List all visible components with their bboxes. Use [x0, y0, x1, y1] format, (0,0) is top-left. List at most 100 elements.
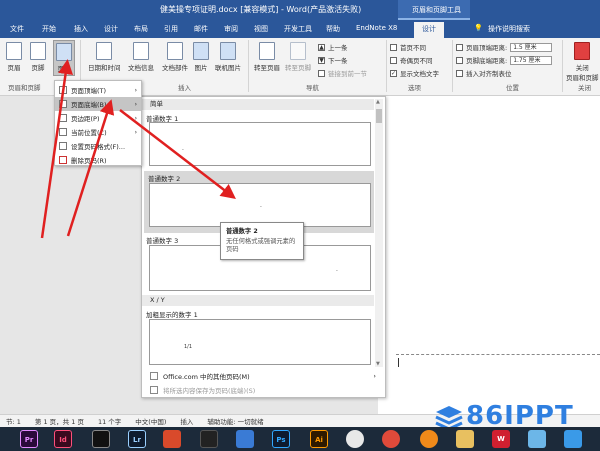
show-text-checkbox[interactable]: ✓ 显示文档文字: [390, 68, 439, 78]
goto-footer-button[interactable]: 转至页脚: [285, 42, 311, 72]
docinfo-button[interactable]: 文档信息: [128, 42, 154, 72]
diff-first-checkbox[interactable]: 首页不同: [390, 42, 426, 52]
diff-odd-even-checkbox[interactable]: 奇偶页不同: [390, 55, 433, 65]
scroll-thumb[interactable]: [376, 109, 382, 123]
scroll-down-icon[interactable]: ▼: [376, 361, 380, 367]
diff-first-label: 首页不同: [400, 44, 426, 52]
next-button[interactable]: ▼ 下一条: [318, 55, 348, 65]
save-selection-page-number[interactable]: 将所选内容保存为页码(底端)(S): [146, 383, 382, 396]
document-page[interactable]: [378, 96, 600, 414]
tab-file[interactable]: 文件: [10, 24, 24, 34]
header-button[interactable]: 页眉: [6, 42, 22, 72]
format-icon: [59, 142, 67, 150]
goto-footer-label: 转至页脚: [285, 64, 311, 72]
separator: [562, 40, 563, 92]
taskbar-lightroom-icon[interactable]: Lr: [128, 430, 146, 448]
chevron-right-icon: ›: [134, 114, 137, 122]
menu-item-top-of-page[interactable]: 页面顶端(T) ›: [55, 83, 141, 97]
insert-align-tab-button[interactable]: 插入对齐制表位: [456, 68, 512, 78]
close-header-footer-button[interactable]: 关闭 页眉和页脚: [566, 42, 599, 82]
link-icon: [318, 69, 325, 77]
current-position-icon: [59, 128, 67, 136]
goto-footer-icon: [290, 42, 306, 60]
status-accessibility[interactable]: 辅助功能: 一切就绪: [207, 416, 263, 426]
scroll-up-icon[interactable]: ▲: [376, 99, 380, 105]
header-distance-input[interactable]: 1.5 厘米: [510, 42, 553, 52]
footer-distance-input[interactable]: 1.75 厘米: [510, 55, 553, 65]
page-number-label: 页码: [57, 65, 71, 73]
taskbar-premiere-icon[interactable]: Pr: [20, 430, 38, 448]
save-selection-label: 将所选内容保存为页码(底端)(S): [163, 386, 256, 395]
tab-references[interactable]: 引用: [164, 24, 178, 34]
tell-me-icon[interactable]: 💡: [474, 24, 483, 32]
tab-developer[interactable]: 开发工具: [284, 24, 312, 34]
taskbar-wps-icon[interactable]: [163, 430, 181, 448]
tab-mailings[interactable]: 邮件: [194, 24, 208, 34]
gallery-item-plain1[interactable]: .: [149, 122, 371, 166]
status-page[interactable]: 第 1 页，共 1 页: [35, 416, 84, 426]
page-number-mark: .: [182, 145, 184, 152]
link-prev-button[interactable]: 链接到前一节: [318, 68, 367, 78]
status-word-count[interactable]: 11 个字: [98, 416, 121, 426]
menu-item-page-margins[interactable]: 页边距(P) ›: [55, 111, 141, 125]
prev-label: 上一条: [328, 44, 348, 52]
tab-insert[interactable]: 插入: [74, 24, 88, 34]
more-page-numbers-office[interactable]: Office.com 中的其他页码(M) ›: [146, 369, 382, 382]
taskbar-illustrator-icon[interactable]: Ai: [310, 430, 328, 448]
taskbar-folder-icon[interactable]: [456, 430, 474, 448]
tab-hf-design[interactable]: 设计: [414, 22, 444, 38]
chevron-right-icon: ›: [373, 371, 376, 380]
tab-review[interactable]: 审阅: [224, 24, 238, 34]
group-label-options: 选项: [408, 84, 421, 92]
tab-design[interactable]: 设计: [104, 24, 118, 34]
taskbar-notes-icon[interactable]: [528, 430, 546, 448]
taskbar-film-icon[interactable]: [92, 430, 110, 448]
tab-view[interactable]: 视图: [254, 24, 268, 34]
next-label: 下一条: [328, 57, 348, 65]
gallery-item-bold1[interactable]: 1/1: [149, 319, 371, 365]
menu-item-remove-page-numbers[interactable]: 删除页码(R): [55, 153, 141, 167]
show-text-label: 显示文档文字: [400, 70, 439, 78]
tab-layout[interactable]: 布局: [134, 24, 148, 34]
footer-boundary: [396, 354, 600, 355]
checkbox-box: [390, 56, 397, 64]
online-picture-button[interactable]: 联机图片: [215, 42, 241, 72]
close-icon: [574, 42, 591, 60]
taskbar-chrome-icon[interactable]: [382, 430, 400, 448]
quickparts-button[interactable]: 文档部件: [162, 42, 188, 72]
tab-help[interactable]: 帮助: [326, 24, 340, 34]
header-icon: [6, 42, 22, 60]
group-label-header-footer: 页眉和页脚: [8, 84, 41, 92]
menu-item-label: 页边距(P): [71, 115, 100, 123]
taskbar-qq-icon[interactable]: [200, 430, 218, 448]
taskbar-photoshop-icon[interactable]: Ps: [272, 430, 290, 448]
taskbar-wps-writer-icon[interactable]: W: [492, 430, 510, 448]
taskbar-finder-icon[interactable]: [236, 430, 254, 448]
checkbox-box: [390, 43, 397, 51]
prev-button[interactable]: ▲ 上一条: [318, 42, 348, 52]
picture-button[interactable]: 图片: [193, 42, 209, 72]
menu-item-format-page-numbers[interactable]: 设置页码格式(F)...: [55, 139, 141, 153]
taskbar-browser-icon[interactable]: [346, 430, 364, 448]
tell-me-search[interactable]: 操作说明搜索: [488, 24, 530, 34]
status-language[interactable]: 中文(中国): [135, 416, 166, 426]
taskbar-phone-icon[interactable]: [564, 430, 582, 448]
taskbar-indesign-icon[interactable]: Id: [54, 430, 72, 448]
menu-item-bottom-of-page[interactable]: 页面底端(B) ›: [55, 97, 141, 111]
menu-item-current-position[interactable]: 当前位置(C) ›: [55, 125, 141, 139]
page-number-button[interactable]: 页码: [53, 40, 75, 76]
tooltip-description: 无任何格式或强调元素的页码: [226, 238, 296, 253]
datetime-button[interactable]: 日期和时间: [88, 42, 121, 72]
status-insert-mode[interactable]: 插入: [180, 416, 193, 426]
prev-icon: ▲: [318, 43, 325, 51]
taskbar-app-icon[interactable]: [420, 430, 438, 448]
online-picture-label: 联机图片: [215, 64, 241, 72]
menu-item-label: 删除页码(R): [71, 157, 107, 165]
gallery-scrollbar[interactable]: ▲ ▼: [375, 99, 383, 367]
goto-header-button[interactable]: 转至页眉: [254, 42, 280, 72]
tab-home[interactable]: 开始: [42, 24, 56, 34]
footer-button[interactable]: 页脚: [30, 42, 46, 72]
menu-item-label: 页面底端(B): [71, 101, 107, 109]
tab-endnote[interactable]: EndNote X8: [356, 24, 397, 32]
close-label-2: 页眉和页脚: [566, 74, 599, 82]
